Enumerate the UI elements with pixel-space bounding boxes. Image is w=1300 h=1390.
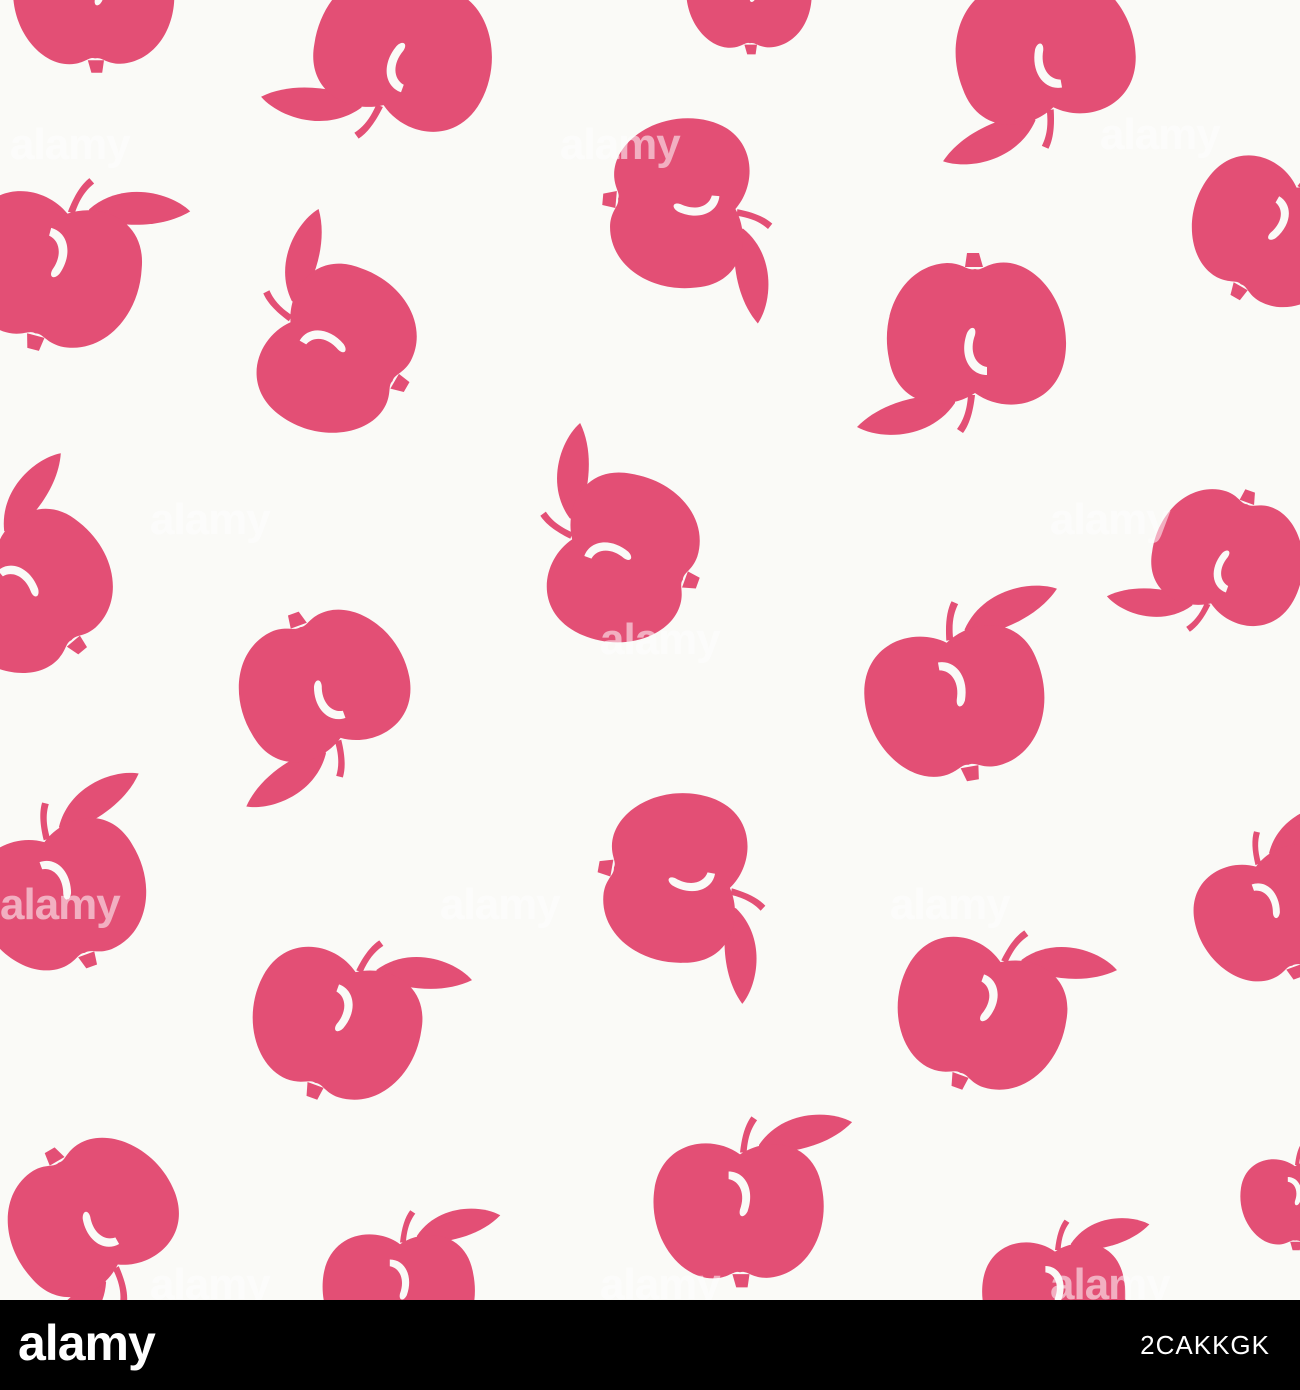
apple-silhouette bbox=[13, 0, 202, 73]
apple-silhouette bbox=[189, 583, 436, 814]
image-footer-bar: alamy 2CAKKGK bbox=[0, 1300, 1300, 1390]
apple-silhouette bbox=[653, 1114, 853, 1288]
apple-silhouette bbox=[873, 895, 1120, 1126]
apple-silhouette bbox=[505, 420, 736, 667]
apple-silhouette bbox=[982, 1218, 1150, 1300]
alamy-logo[interactable]: alamy bbox=[18, 1314, 156, 1372]
image-code: 2CAKKGK bbox=[1140, 1330, 1270, 1360]
apple-silhouette bbox=[1162, 113, 1300, 350]
apple-silhouette bbox=[228, 905, 475, 1136]
apple-silhouette bbox=[0, 447, 168, 708]
apple-silhouette bbox=[258, 0, 518, 176]
apple-silhouette bbox=[212, 205, 462, 464]
apple-silhouette bbox=[0, 766, 196, 997]
apple-silhouette bbox=[1104, 457, 1300, 664]
apple-silhouette bbox=[593, 111, 783, 325]
apple-pattern-svg bbox=[0, 0, 1300, 1300]
apple-silhouette bbox=[579, 779, 785, 1006]
apple-silhouette bbox=[686, 0, 833, 55]
apple-silhouette bbox=[857, 253, 1067, 435]
apple-pattern: alamy alamy alamy alamy alamy alamy alamy alamy… bbox=[0, 0, 1300, 1300]
apple-silhouette bbox=[1171, 798, 1300, 1005]
apple-silhouette bbox=[849, 580, 1088, 797]
apple-silhouette bbox=[1240, 1141, 1300, 1251]
apple-silhouette bbox=[0, 149, 193, 380]
apple-silhouette bbox=[0, 1106, 213, 1300]
apple-silhouette bbox=[912, 0, 1151, 170]
apple-silhouette bbox=[322, 1208, 501, 1300]
